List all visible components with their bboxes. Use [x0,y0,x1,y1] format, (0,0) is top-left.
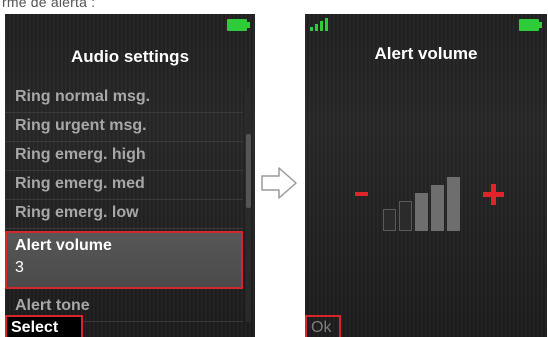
volume-bar [383,209,396,231]
volume-level-indicator[interactable] [305,14,547,337]
battery-icon [227,19,250,31]
scrollbar[interactable] [246,90,251,322]
alert-volume-screen: Alert volume Ok [305,14,547,337]
volume-increase-icon[interactable] [483,184,504,205]
page-caption: rme de alerta : [2,0,96,10]
settings-menu: Ring normal msg. Ring urgent msg. Ring e… [5,84,243,322]
scrollbar-thumb[interactable] [246,134,251,208]
arrow-right-icon [261,167,297,199]
menu-item-ring-emerg-low[interactable]: Ring emerg. low [5,200,243,229]
screen-title: Audio settings [70,47,190,66]
menu-item-label: Alert volume [15,237,112,254]
menu-item-ring-emerg-high[interactable]: Ring emerg. high [5,142,243,171]
volume-bar [415,193,428,231]
menu-item-ring-normal[interactable]: Ring normal msg. [5,84,243,113]
select-softkey[interactable]: Select [5,315,83,337]
comparison-figure: rme de alerta : Audio settings Ring norm… [0,0,548,337]
volume-bar [399,201,412,231]
audio-settings-screen: Audio settings Ring normal msg. Ring urg… [5,14,255,337]
menu-item-ring-emerg-med[interactable]: Ring emerg. med [5,171,243,200]
menu-item-alert-volume[interactable]: Alert volume 3 [5,231,243,289]
alert-volume-value: 3 [15,259,24,276]
menu-item-ring-urgent[interactable]: Ring urgent msg. [5,113,243,142]
ok-softkey[interactable]: Ok [305,315,341,337]
volume-bar [447,177,460,231]
volume-bar [431,185,444,231]
